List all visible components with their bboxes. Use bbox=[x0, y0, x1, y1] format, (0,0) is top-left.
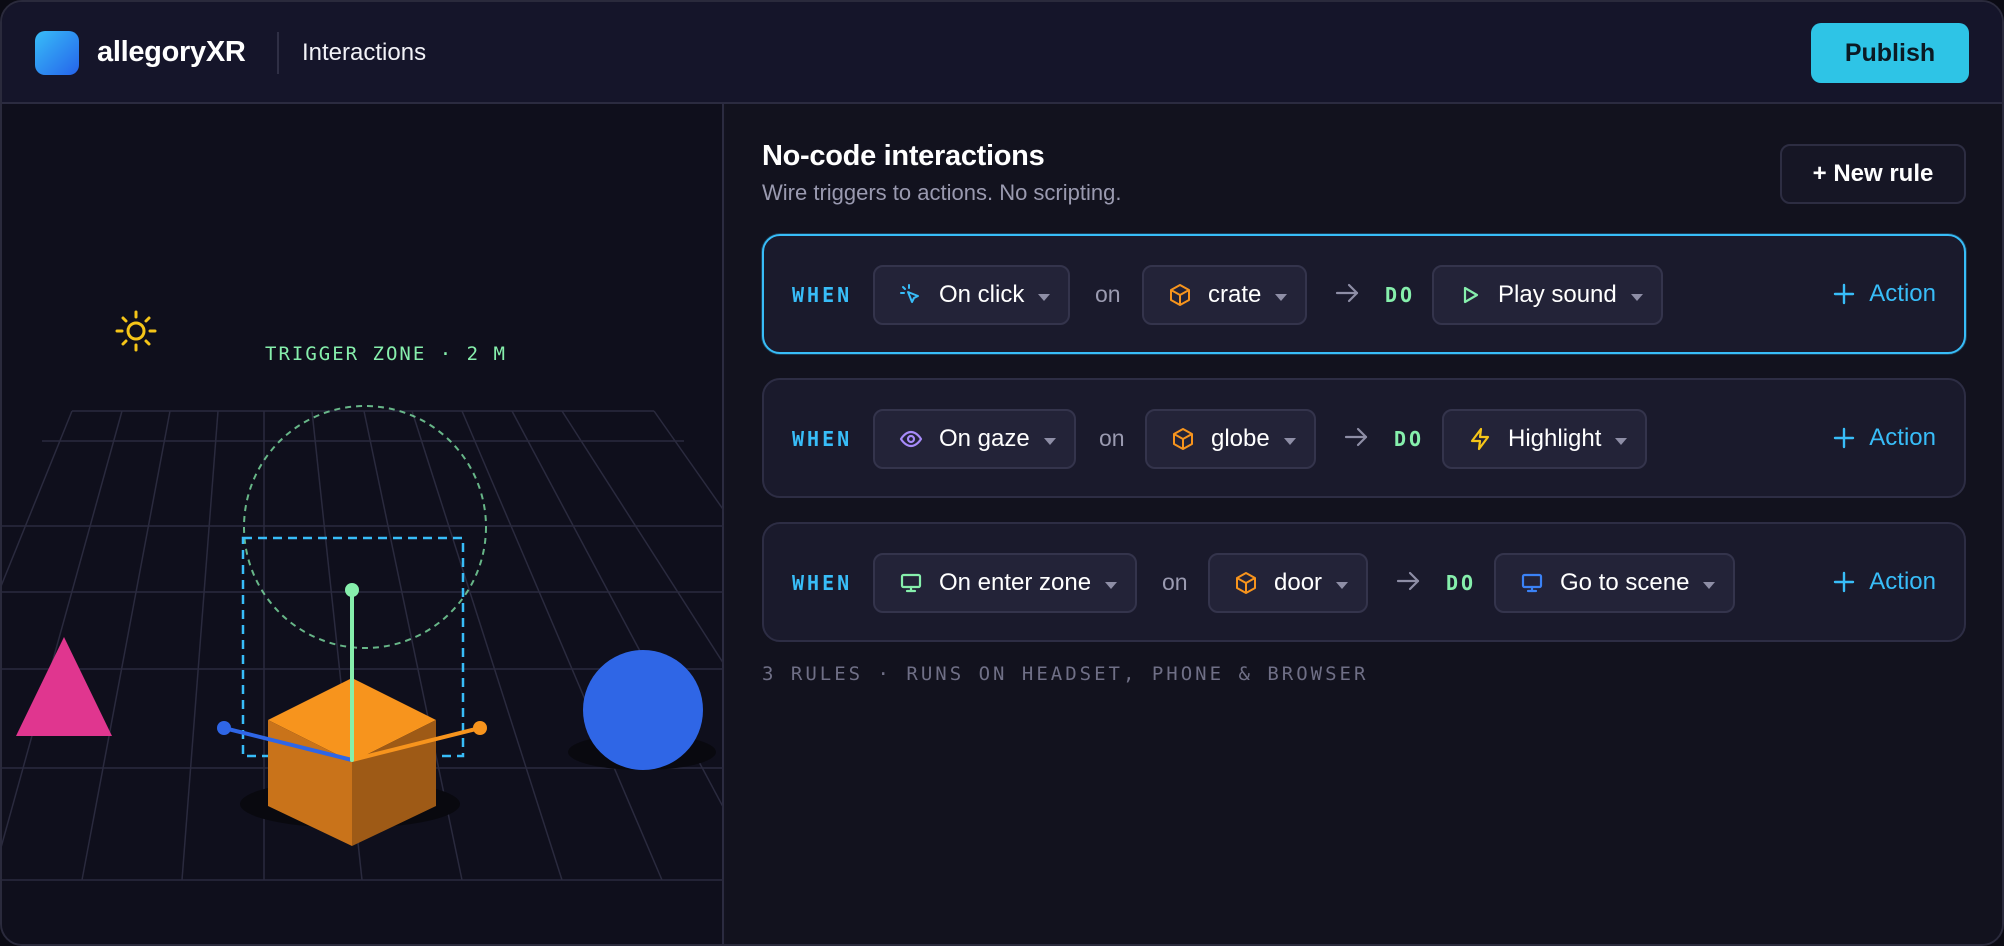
cursor-click-icon bbox=[899, 283, 923, 307]
on-label: on bbox=[1095, 281, 1121, 307]
on-label: on bbox=[1099, 425, 1125, 451]
monitor-icon bbox=[899, 571, 923, 595]
page-title: Interactions bbox=[302, 39, 427, 66]
header-divider bbox=[277, 32, 279, 74]
plus-icon bbox=[1834, 283, 1855, 305]
when-keyword: WHEN bbox=[792, 283, 853, 307]
arrow-right-icon bbox=[1396, 571, 1420, 591]
plus-icon bbox=[1834, 427, 1855, 449]
action-label: Highlight bbox=[1508, 425, 1602, 452]
do-keyword: DO bbox=[1446, 571, 1477, 595]
rule-row[interactable]: WHEN On enter zone on door DO Go to scen… bbox=[762, 522, 1966, 642]
target-dropdown[interactable]: door bbox=[1208, 553, 1369, 613]
eye-icon bbox=[899, 427, 923, 451]
top-bar: allegoryXR Interactions Publish bbox=[2, 2, 2002, 104]
arrow-right-icon bbox=[1335, 283, 1359, 303]
app-window: allegoryXR Interactions Publish TRIGGER … bbox=[0, 0, 2004, 946]
target-label: crate bbox=[1208, 281, 1262, 308]
trigger-label: On enter zone bbox=[939, 569, 1092, 596]
action-dropdown[interactable]: Play sound bbox=[1432, 265, 1663, 325]
trigger-dropdown[interactable]: On gaze bbox=[873, 409, 1076, 469]
brand-name: allegoryXR bbox=[97, 36, 246, 68]
target-dropdown[interactable]: crate bbox=[1142, 265, 1308, 325]
when-keyword: WHEN bbox=[792, 427, 853, 451]
plus-icon bbox=[1834, 571, 1855, 593]
rule-row[interactable]: WHEN On gaze on globe DO Highlight Actio… bbox=[762, 378, 1966, 498]
publish-button[interactable]: Publish bbox=[1811, 23, 1969, 83]
new-rule-button[interactable]: + New rule bbox=[1780, 144, 1966, 204]
when-keyword: WHEN bbox=[792, 571, 853, 595]
cube-icon bbox=[1168, 283, 1192, 307]
arrow-right-icon bbox=[1344, 427, 1368, 447]
sun-icon[interactable] bbox=[115, 310, 157, 352]
action-label: Play sound bbox=[1498, 281, 1617, 308]
app-logo bbox=[35, 31, 79, 75]
chevron-down-icon bbox=[1275, 293, 1288, 301]
add-action-label: Action bbox=[1869, 424, 1936, 451]
lightning-icon bbox=[1468, 427, 1492, 451]
do-keyword: DO bbox=[1394, 427, 1425, 451]
target-label: globe bbox=[1211, 425, 1270, 452]
scene-viewport[interactable]: TRIGGER ZONE · 2 M bbox=[2, 104, 724, 944]
action-dropdown[interactable]: Go to scene bbox=[1494, 553, 1736, 613]
chevron-down-icon bbox=[1630, 293, 1643, 301]
chevron-down-icon bbox=[1038, 293, 1051, 301]
play-icon bbox=[1458, 283, 1482, 307]
chevron-down-icon bbox=[1105, 581, 1118, 589]
action-label: Go to scene bbox=[1560, 569, 1690, 596]
rule-row[interactable]: WHEN On click on crate DO Play sound Act… bbox=[762, 234, 1966, 354]
trigger-label: On gaze bbox=[939, 425, 1030, 452]
target-dropdown[interactable]: globe bbox=[1145, 409, 1316, 469]
rules-summary: 3 RULES · RUNS ON HEADSET, PHONE & BROWS… bbox=[762, 663, 1369, 685]
add-action-button[interactable]: Action bbox=[1833, 566, 1936, 598]
add-action-label: Action bbox=[1869, 280, 1936, 307]
trigger-zone-label: TRIGGER ZONE · 2 M bbox=[265, 343, 507, 365]
trigger-label: On click bbox=[939, 281, 1025, 308]
panel-title: No-code interactions bbox=[762, 140, 1045, 172]
trigger-dropdown[interactable]: On enter zone bbox=[873, 553, 1138, 613]
scene-canvas bbox=[2, 310, 724, 881]
cube-icon bbox=[1171, 427, 1195, 451]
chevron-down-icon bbox=[1043, 437, 1056, 445]
interactions-panel: No-code interactions Wire triggers to ac… bbox=[726, 104, 2002, 944]
cube-icon bbox=[1234, 571, 1258, 595]
move-gizmo[interactable] bbox=[217, 583, 487, 762]
add-action-button[interactable]: Action bbox=[1833, 278, 1936, 310]
panel-subtitle: Wire triggers to actions. No scripting. bbox=[762, 180, 1122, 205]
cone-object[interactable] bbox=[16, 637, 112, 736]
do-keyword: DO bbox=[1385, 283, 1416, 307]
globe-object[interactable] bbox=[583, 650, 703, 770]
trigger-dropdown[interactable]: On click bbox=[873, 265, 1071, 325]
action-dropdown[interactable]: Highlight bbox=[1442, 409, 1648, 469]
target-label: door bbox=[1274, 569, 1323, 596]
chevron-down-icon bbox=[1703, 581, 1716, 589]
chevron-down-icon bbox=[1283, 437, 1296, 445]
add-action-label: Action bbox=[1869, 568, 1936, 595]
monitor-icon bbox=[1520, 571, 1544, 595]
add-action-button[interactable]: Action bbox=[1833, 422, 1936, 454]
chevron-down-icon bbox=[1615, 437, 1628, 445]
on-label: on bbox=[1162, 569, 1188, 595]
chevron-down-icon bbox=[1336, 581, 1349, 589]
